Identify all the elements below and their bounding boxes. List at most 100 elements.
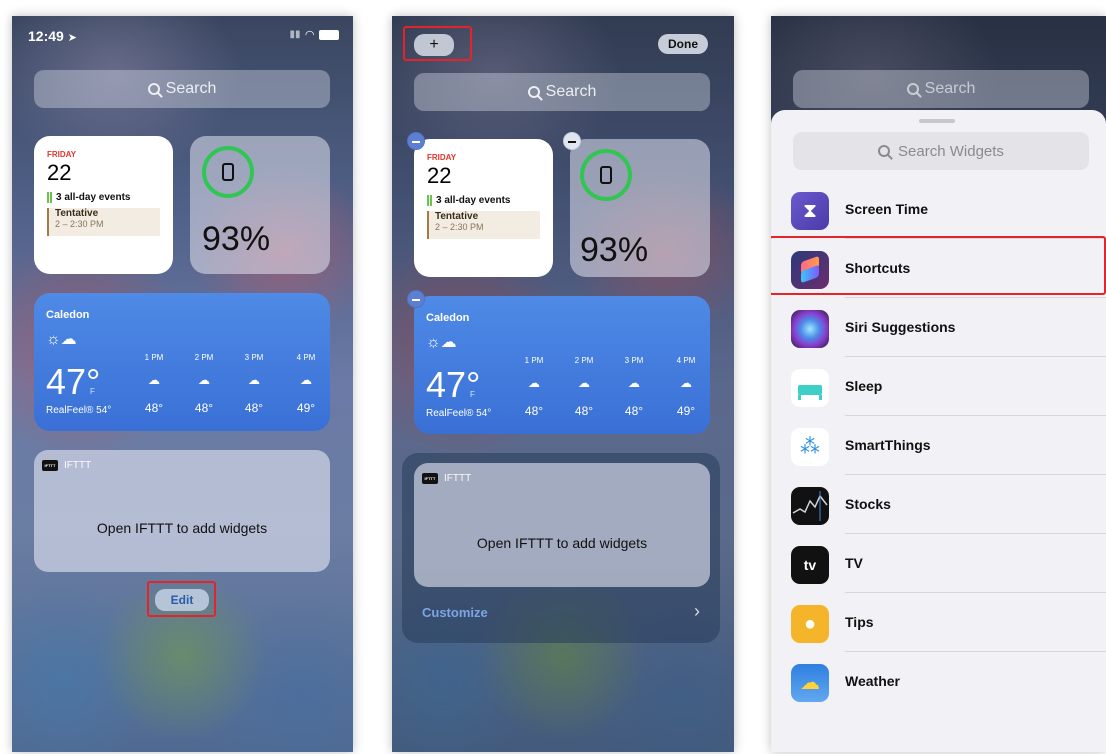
- app-label: Siri Suggestions: [845, 319, 956, 335]
- forecast-hour: 2 PM: [194, 353, 214, 362]
- weather-unit: F: [470, 390, 475, 399]
- partly-cloudy-icon: ☼☁: [426, 334, 457, 351]
- search-icon: [147, 83, 160, 95]
- widget-gallery-panel: Search Search Widgets ⧗ Screen Time Shor…: [771, 16, 1106, 752]
- weather-widget[interactable]: Caledon ☼☁ 47° F RealFeel® 54° 1 PM 2 PM…: [34, 293, 330, 431]
- battery-widget[interactable]: 93%: [190, 136, 330, 274]
- calendar-day: FRIDAY: [47, 150, 77, 159]
- signal-icon: ▮▮: [289, 29, 301, 40]
- search-icon: [527, 86, 540, 98]
- weather-temp: 47°: [426, 364, 481, 405]
- weather-realfeel: RealFeel® 54°: [426, 408, 492, 419]
- wifi-icon: ◠: [305, 29, 314, 41]
- chevron-right-icon[interactable]: ›: [694, 601, 700, 622]
- list-item[interactable]: Sleep: [771, 357, 1106, 416]
- forecast-hour: 3 PM: [624, 356, 644, 365]
- list-item[interactable]: tv TV: [771, 534, 1106, 593]
- cloud-icon: ☁: [578, 376, 590, 390]
- battery-widget[interactable]: 93%: [570, 139, 710, 277]
- app-label: Tips: [845, 614, 874, 630]
- cloud-icon: ☁: [300, 373, 312, 387]
- list-item[interactable]: Stocks: [771, 475, 1106, 534]
- forecast-hour: 1 PM: [144, 353, 164, 362]
- weather-city: Caledon: [46, 309, 90, 321]
- search-bar: Search: [793, 70, 1089, 108]
- event-bars-icon: [47, 192, 52, 203]
- widget-search-input[interactable]: Search Widgets: [793, 132, 1089, 170]
- calendar-widget[interactable]: FRIDAY 22 3 all-day events Tentative 2 –…: [34, 136, 173, 274]
- weather-app-icon: ☁: [791, 664, 829, 702]
- forecast-temp: 48°: [244, 401, 264, 415]
- phone-icon: [600, 166, 612, 184]
- events-label: 3 all-day events: [436, 195, 511, 206]
- list-item[interactable]: Siri Suggestions: [771, 298, 1106, 357]
- ifttt-name: IFTTT: [444, 473, 472, 484]
- phone-icon: [222, 163, 234, 181]
- forecast-temp: 48°: [524, 404, 544, 418]
- event-title: Tentative: [435, 211, 479, 222]
- siri-icon: [791, 310, 829, 348]
- search-label: Search: [545, 83, 597, 100]
- hourglass-icon: ⧗: [791, 192, 829, 230]
- list-item[interactable]: ⧗ Screen Time: [771, 180, 1106, 239]
- search-bar[interactable]: Search: [414, 73, 710, 111]
- search-bar[interactable]: Search: [34, 70, 330, 108]
- app-label: TV: [845, 555, 863, 571]
- weather-city: Caledon: [426, 312, 470, 324]
- forecast-hour: 4 PM: [676, 356, 696, 365]
- cloud-icon: ☁: [680, 376, 692, 390]
- customize-link[interactable]: Customize: [422, 605, 488, 620]
- app-label: Screen Time: [845, 201, 929, 217]
- calendar-date: 22: [427, 163, 452, 188]
- sheet-grabber[interactable]: [919, 119, 955, 123]
- cloud-icon: ☁: [148, 373, 160, 387]
- calendar-event: Tentative 2 – 2:30 PM: [427, 211, 540, 239]
- remove-weather-icon[interactable]: [407, 290, 425, 308]
- remove-battery-icon[interactable]: [563, 132, 581, 150]
- edit-mode-panel: + Done Search FRIDAY 22 3 all-day events…: [392, 16, 734, 752]
- app-label: Stocks: [845, 496, 891, 512]
- location-arrow-icon: ➤: [67, 32, 77, 44]
- widget-sheet: Search Widgets ⧗ Screen Time Shortcuts S…: [771, 110, 1106, 752]
- weather-unit: F: [90, 387, 95, 396]
- calendar-events: 3 all-day events: [47, 192, 130, 203]
- forecast-temp: 48°: [624, 404, 644, 418]
- weather-widget[interactable]: Caledon ☼☁ 47° F RealFeel® 54° 1 PM 2 PM…: [414, 296, 710, 434]
- calendar-widget[interactable]: FRIDAY 22 3 all-day events Tentative 2 –…: [414, 139, 553, 277]
- event-time: 2 – 2:30 PM: [435, 222, 484, 232]
- events-label: 3 all-day events: [56, 192, 131, 203]
- remove-calendar-icon[interactable]: [407, 132, 425, 150]
- list-item[interactable]: ⁂ SmartThings: [771, 416, 1106, 475]
- done-label: Done: [668, 37, 698, 51]
- event-bars-icon: [427, 195, 432, 206]
- status-icons: ▮▮ ◠: [290, 28, 339, 41]
- calendar-day: FRIDAY: [427, 153, 457, 162]
- list-item[interactable]: ● Tips: [771, 593, 1106, 652]
- forecast-temp: 49°: [296, 401, 316, 415]
- event-time: 2 – 2:30 PM: [55, 219, 104, 229]
- forecast-temp: 49°: [676, 404, 696, 418]
- ifttt-widget[interactable]: IFTTT IFTTT Open IFTTT to add widgets: [414, 463, 710, 587]
- search-label: Search: [165, 80, 217, 97]
- ifttt-logo-icon: IFTTT: [422, 473, 438, 484]
- highlight-edit: [147, 581, 216, 617]
- calendar-date: 22: [47, 160, 72, 185]
- ifttt-stack-container: IFTTT IFTTT Open IFTTT to add widgets Cu…: [402, 453, 720, 643]
- done-button[interactable]: Done: [658, 34, 708, 54]
- list-item[interactable]: ☁ Weather: [771, 652, 1106, 711]
- forecast-hour: 1 PM: [524, 356, 544, 365]
- highlight-shortcuts: [771, 236, 1106, 295]
- app-label: Weather: [845, 673, 900, 689]
- forecast-temp: 48°: [574, 404, 594, 418]
- calendar-events: 3 all-day events: [427, 195, 510, 206]
- forecast-temp: 48°: [144, 401, 164, 415]
- search-icon: [906, 83, 919, 95]
- battery-percent: 93%: [580, 231, 649, 269]
- widget-search-placeholder: Search Widgets: [898, 142, 1004, 160]
- status-time: 12:49 ➤: [28, 28, 77, 44]
- stocks-icon: [791, 487, 829, 525]
- ifttt-widget[interactable]: IFTTT IFTTT Open IFTTT to add widgets: [34, 450, 330, 572]
- highlight-add: [403, 26, 472, 61]
- apple-tv-icon: tv: [791, 546, 829, 584]
- event-title: Tentative: [55, 208, 99, 219]
